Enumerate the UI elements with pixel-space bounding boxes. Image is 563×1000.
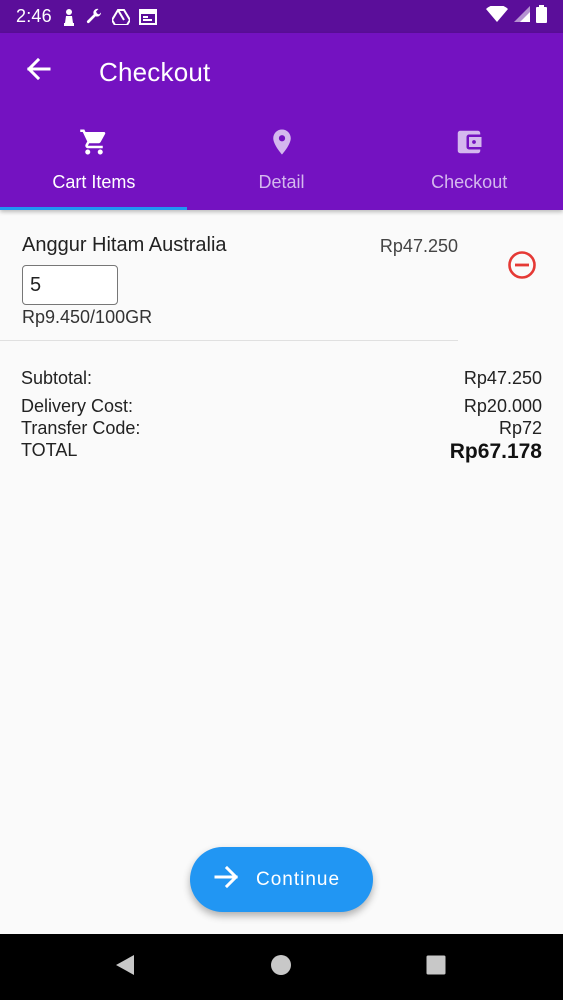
- location-pin-icon: [267, 126, 297, 158]
- arrow-back-icon: [25, 57, 51, 86]
- cart-icon: [79, 126, 109, 158]
- arrow-forward-icon: [214, 865, 240, 894]
- item-name: Anggur Hitam Australia: [22, 234, 227, 256]
- subtotal-row: Subtotal: Rp47.250: [21, 368, 542, 389]
- remove-circle-icon: [507, 250, 537, 285]
- transfer-label: Transfer Code:: [21, 418, 141, 438]
- tab-label-checkout: Checkout: [431, 172, 508, 192]
- wallet-icon: [454, 126, 484, 158]
- item-price: Rp47.250: [379, 236, 458, 256]
- status-time: 2:46: [16, 6, 52, 26]
- status-bar: 2:46: [0, 0, 563, 33]
- tab-bar: Cart Items Detail Checkout: [0, 121, 563, 210]
- drive-icon: [111, 8, 130, 25]
- system-nav-bar: [0, 934, 563, 1000]
- tab-label-detail: Detail: [258, 172, 305, 192]
- delivery-row: Delivery Cost: Rp20.000: [21, 396, 542, 417]
- tab-cart-items[interactable]: Cart Items: [0, 121, 188, 210]
- status-icons-right: [486, 4, 547, 28]
- unit-price: Rp9.450/100GR: [22, 307, 153, 327]
- back-button[interactable]: [22, 55, 54, 87]
- nav-home-button[interactable]: [268, 954, 294, 980]
- nav-back-button[interactable]: [112, 954, 138, 980]
- status-icons-left: [62, 8, 157, 26]
- chess-pawn-icon: [62, 8, 76, 26]
- total-value: Rp67.178: [449, 440, 542, 463]
- page-title: Checkout: [99, 57, 211, 87]
- continue-label: Continue: [256, 868, 341, 890]
- cart-item: Anggur Hitam Australia Rp47.250 Rp9.450/…: [0, 210, 563, 342]
- total-label: TOTAL: [21, 440, 78, 460]
- calendar-icon: [138, 8, 157, 25]
- total-row: TOTAL Rp67.178: [21, 440, 542, 464]
- delivery-label: Delivery Cost:: [21, 396, 134, 416]
- delivery-value: Rp20.000: [463, 396, 542, 416]
- back-triangle-icon: [114, 954, 136, 981]
- tab-label-cart-items: Cart Items: [52, 172, 136, 192]
- tab-checkout[interactable]: Checkout: [375, 121, 563, 210]
- tab-detail[interactable]: Detail: [188, 121, 376, 210]
- checkout-screen: 2:46 Checkout Cart Items Detail Checkout…: [0, 0, 563, 1000]
- quantity-input[interactable]: [22, 265, 118, 305]
- app-bar: Checkout Cart Items Detail Checkout: [0, 33, 563, 210]
- item-divider: [0, 340, 458, 341]
- transfer-value: Rp72: [498, 418, 542, 438]
- signal-icon: [514, 6, 530, 27]
- continue-button[interactable]: Continue: [190, 847, 373, 912]
- home-circle-icon: [270, 954, 292, 981]
- remove-item-button[interactable]: [507, 250, 537, 285]
- subtotal-value: Rp47.250: [463, 368, 542, 388]
- wifi-icon: [486, 4, 508, 27]
- recents-square-icon: [425, 954, 447, 981]
- wrench-icon: [85, 8, 103, 26]
- subtotal-label: Subtotal:: [21, 368, 93, 388]
- nav-recents-button[interactable]: [423, 954, 449, 980]
- battery-icon: [536, 5, 547, 28]
- transfer-row: Transfer Code: Rp72: [21, 418, 542, 439]
